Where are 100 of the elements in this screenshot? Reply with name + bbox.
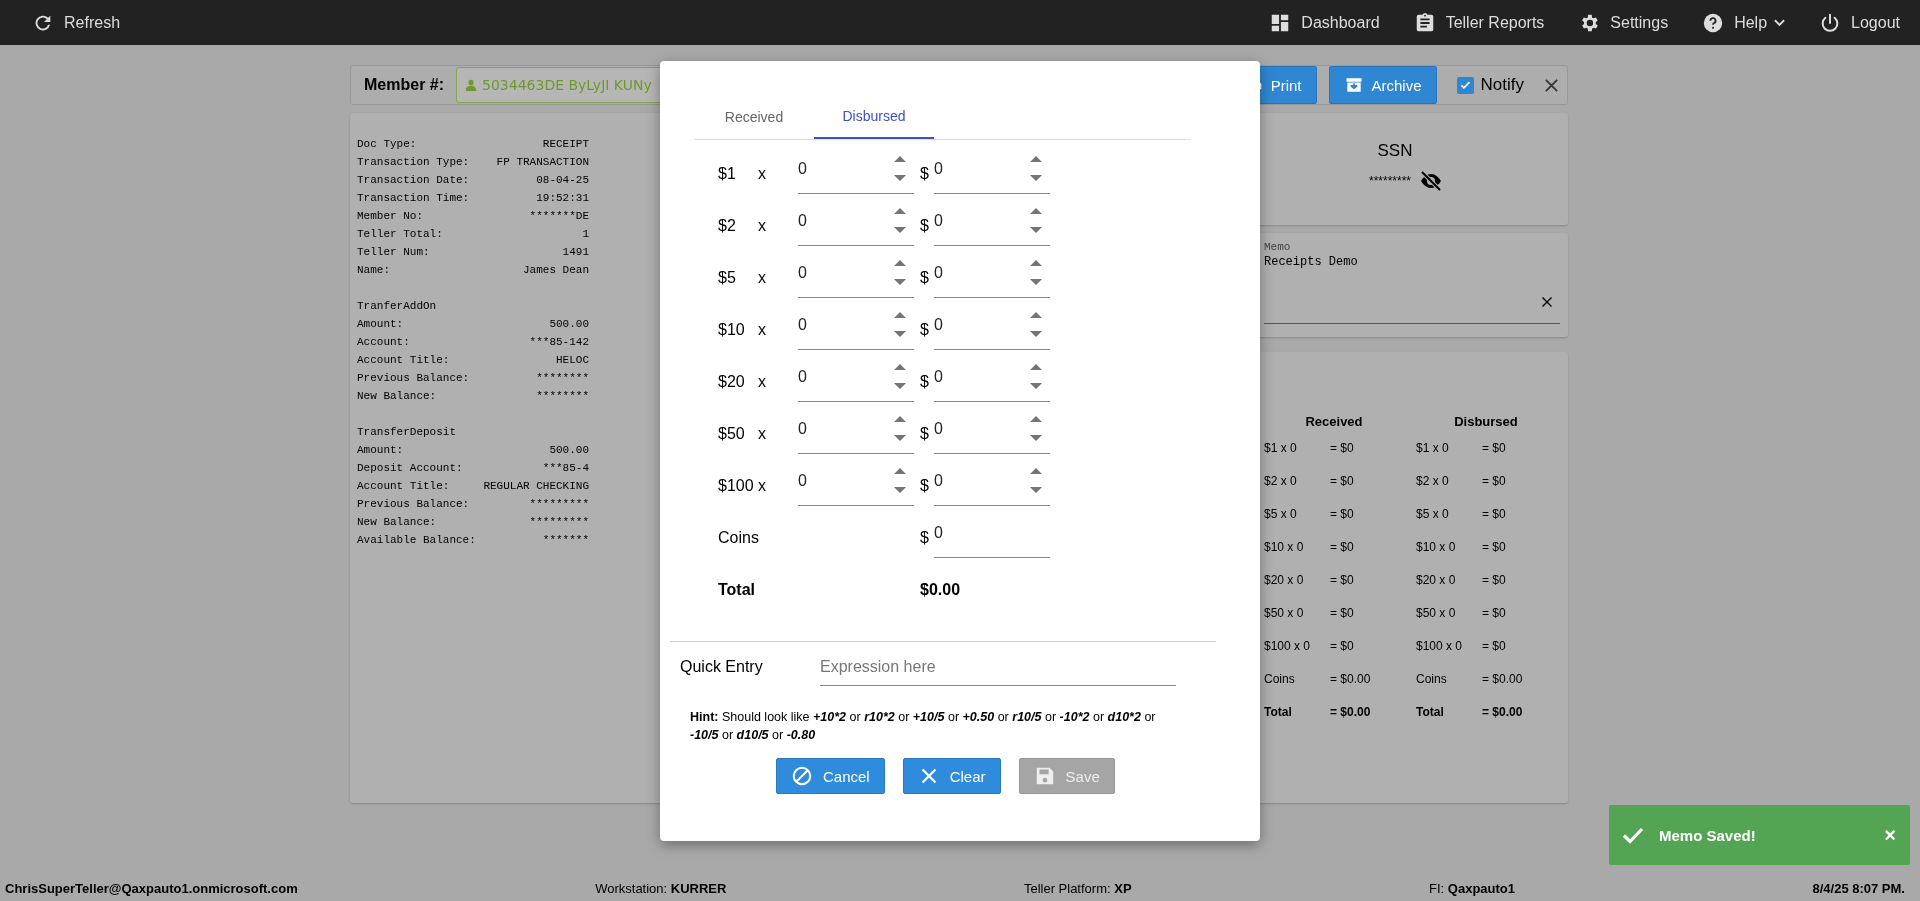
spinner-icon xyxy=(893,206,907,236)
memo-text: Receipts Demo xyxy=(1264,255,1359,269)
column-heading: Received xyxy=(1304,414,1364,431)
currency-sign: $ xyxy=(920,425,930,443)
status-text: Workstation: KURRER xyxy=(595,880,727,896)
person-icon xyxy=(465,79,478,91)
help-icon xyxy=(1702,11,1725,34)
nav-link[interactable]: Settings xyxy=(1578,11,1669,34)
summary-value: = $0 xyxy=(1482,474,1506,490)
cancel-button[interactable]: Cancel xyxy=(776,758,885,794)
receipt-label: Account Title: xyxy=(357,353,450,368)
receipt-label: Account Title: xyxy=(357,479,450,494)
receipt-label: Transaction Time: xyxy=(357,191,470,206)
summary-label: Total xyxy=(1416,705,1445,721)
summary-value: = $0.00 xyxy=(1482,672,1523,688)
close-icon xyxy=(1541,296,1553,308)
cancel-icon xyxy=(791,765,813,787)
currency-sign: $ xyxy=(920,373,930,391)
receipt-value: HELOC xyxy=(556,353,589,368)
summary-value: = $0 xyxy=(1482,606,1506,622)
summary-label: $100 x 0 xyxy=(1264,639,1312,655)
receipt-label: Account: xyxy=(357,335,410,350)
nav-link[interactable]: Logout xyxy=(1819,11,1900,34)
summary-label: $5 x 0 xyxy=(1416,507,1450,523)
status-text: FI: Qaxpauto1 xyxy=(1429,880,1515,896)
receipt-label: Teller Total: xyxy=(357,227,443,242)
receipt-value: James Dean xyxy=(523,263,589,278)
summary-label: $2 x 0 xyxy=(1264,474,1298,490)
memo-label: Memo xyxy=(1264,241,1292,253)
times-sign: x xyxy=(758,165,767,183)
archive-button[interactable]: Archive xyxy=(1328,66,1437,104)
memo-field[interactable]: Memo Receipts Demo xyxy=(1264,241,1560,324)
receipt-label: Available Balance: xyxy=(357,533,476,548)
nav-link[interactable]: Refresh xyxy=(32,11,121,34)
spinner-icon xyxy=(893,310,907,340)
receipt-value: ***85-4 xyxy=(542,461,589,476)
spinner-icon xyxy=(1029,414,1043,444)
summary-label: $50 x 0 xyxy=(1416,606,1457,622)
summary-value: = $0 xyxy=(1330,606,1354,622)
summary-label: Total xyxy=(1264,705,1293,721)
times-sign: x xyxy=(758,269,767,287)
summary-label: $20 x 0 xyxy=(1416,573,1457,589)
nav-link[interactable]: Teller Reports xyxy=(1413,11,1545,34)
amount-field[interactable]: 0 xyxy=(934,518,1050,558)
nav-link[interactable]: Help xyxy=(1702,11,1786,34)
quick-entry-label: Quick Entry xyxy=(680,658,764,676)
summary-value: = $0 xyxy=(1482,507,1506,523)
times-sign: x xyxy=(758,217,767,235)
checkbox[interactable] xyxy=(1456,76,1474,94)
quick-entry-field[interactable]: Expression here xyxy=(820,648,1176,686)
total-label: Total xyxy=(718,581,757,599)
receipt-label: Amount: xyxy=(357,317,404,332)
summary-label: $20 x 0 xyxy=(1264,573,1305,589)
denomination-label: $5 xyxy=(718,269,737,287)
status-text: ChrisSuperTeller@Qaxpauto1.onmicrosoft.com xyxy=(5,880,298,896)
nav-link[interactable]: Dashboard xyxy=(1269,11,1380,34)
summary-label: Coins xyxy=(1264,672,1296,688)
toast-message: Memo Saved! xyxy=(1659,826,1756,844)
receipt-value: ***85-142 xyxy=(529,335,589,350)
currency-sign: $ xyxy=(920,477,930,495)
spinner-icon xyxy=(1029,154,1043,184)
times-sign: x xyxy=(758,321,767,339)
summary-label: $2 x 0 xyxy=(1416,474,1450,490)
summary-label: $1 x 0 xyxy=(1264,441,1298,457)
summary-value: = $0 xyxy=(1482,441,1506,457)
denomination-label: $10 xyxy=(718,321,746,339)
receipt-label: New Balance: xyxy=(357,389,437,404)
summary-value: = $0.00 xyxy=(1482,705,1523,721)
tab[interactable]: Disbursed xyxy=(814,95,934,139)
receipt-label: Name: xyxy=(357,263,390,278)
column-heading: Disbursed xyxy=(1453,414,1519,431)
summary-value: = $0 xyxy=(1482,540,1506,556)
summary-label: $50 x 0 xyxy=(1264,606,1305,622)
spinner-icon xyxy=(893,362,907,392)
ssn-value: ********* xyxy=(1369,174,1411,188)
summary-label: $1 x 0 xyxy=(1416,441,1450,457)
status-text: Teller Platform: XP xyxy=(1023,880,1132,896)
close-icon xyxy=(1544,77,1559,93)
spinner-icon xyxy=(1029,206,1043,236)
notify-checkbox[interactable]: Notify xyxy=(1456,75,1524,95)
currency-sign: $ xyxy=(920,269,930,287)
hint-text: Hint: Should look like +10*2 or r10*2 or +10/5 or +0.50 or r10/5 or -10*2 or d10*2 or -10/5 or d10/5 or -0.80 xyxy=(690,709,1157,744)
summary-value: = $0 xyxy=(1482,639,1506,655)
receipt-heading: TransferDeposit xyxy=(357,425,458,440)
receipt-value: 1 xyxy=(582,227,589,242)
summary-value: = $0 xyxy=(1330,474,1354,490)
summary-value: = $0 xyxy=(1330,540,1354,556)
times-sign: x xyxy=(758,477,767,495)
denomination-label: $100 xyxy=(718,477,755,495)
receipt-label: Previous Balance: xyxy=(357,497,470,512)
receipt-label: Amount: xyxy=(357,443,404,458)
ssn-label: SSN xyxy=(1377,141,1413,161)
spinner-icon xyxy=(1029,362,1043,392)
summary-label: Coins xyxy=(1416,672,1448,688)
spinner-icon xyxy=(1029,258,1043,288)
receipt-label: Member No: xyxy=(357,209,423,224)
clear-button[interactable]: Clear xyxy=(902,758,1001,794)
receipt-value: 08-04-25 xyxy=(536,173,589,188)
currency-sign: $ xyxy=(920,321,930,339)
spinner-icon xyxy=(1029,466,1043,496)
